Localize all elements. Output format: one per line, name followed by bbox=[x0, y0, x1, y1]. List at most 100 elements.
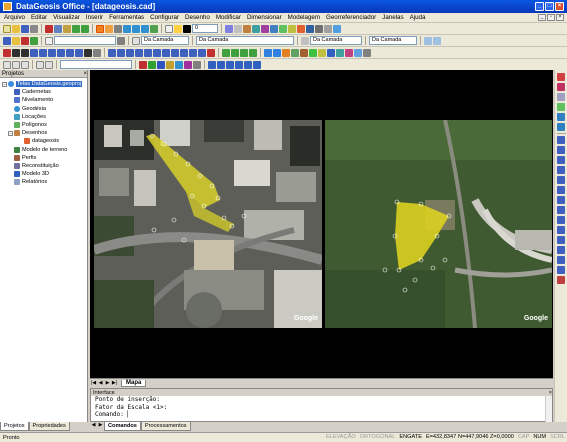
satellite-icon[interactable] bbox=[354, 48, 362, 57]
grid-tool-icon[interactable] bbox=[557, 103, 565, 111]
intersection-icon[interactable] bbox=[166, 60, 174, 69]
elevation-toggle[interactable]: ELEVAÇÃO bbox=[326, 434, 356, 440]
maximize-button[interactable]: □ bbox=[545, 2, 554, 11]
area-tool-icon[interactable] bbox=[557, 236, 565, 244]
menu-arquivo[interactable]: Arquivo bbox=[4, 14, 25, 21]
menu-ferramentas[interactable]: Ferramentas bbox=[109, 14, 144, 21]
camera-tool-icon[interactable] bbox=[557, 196, 565, 204]
linetype-select[interactable]: Da Camada bbox=[196, 36, 294, 45]
node-icon[interactable] bbox=[148, 60, 156, 69]
hatch-icon[interactable] bbox=[93, 48, 101, 57]
line-icon[interactable] bbox=[12, 48, 20, 57]
rotate-icon[interactable] bbox=[117, 48, 125, 57]
explode-icon[interactable] bbox=[198, 48, 206, 57]
mdi-restore-button[interactable]: ▫ bbox=[547, 14, 555, 21]
text-style-icon[interactable] bbox=[433, 36, 441, 45]
tree-item-relatorios[interactable]: Relatórios bbox=[0, 178, 87, 186]
layer-manager-icon[interactable] bbox=[3, 36, 11, 45]
gps-icon[interactable] bbox=[345, 48, 353, 57]
osnap-center-icon[interactable] bbox=[21, 60, 29, 69]
style-icon[interactable] bbox=[424, 36, 432, 45]
fly-tool-icon[interactable] bbox=[557, 186, 565, 194]
geo-icon[interactable] bbox=[264, 48, 272, 57]
layer-select[interactable] bbox=[54, 36, 116, 45]
tab-next-icon[interactable]: ▶ bbox=[97, 422, 104, 429]
slope-tool-icon[interactable] bbox=[557, 256, 565, 264]
tree-item-desenhos[interactable]: − Desenhos bbox=[0, 129, 87, 137]
view-tool-icon[interactable] bbox=[557, 166, 565, 174]
move-icon[interactable] bbox=[108, 48, 116, 57]
layer-prev-icon[interactable] bbox=[117, 36, 125, 45]
copy-icon[interactable] bbox=[54, 24, 62, 33]
lineweight-select[interactable]: Da Camada bbox=[310, 36, 362, 45]
zoom-out-icon[interactable] bbox=[132, 24, 140, 33]
interface-scrollbar[interactable] bbox=[545, 396, 552, 422]
layer-icon[interactable] bbox=[165, 24, 173, 33]
zoom-in-icon[interactable] bbox=[123, 24, 131, 33]
tab-comandos[interactable]: Comandos bbox=[104, 422, 141, 431]
orbit-tool-icon[interactable] bbox=[557, 156, 565, 164]
layer-tool-icon[interactable] bbox=[557, 93, 565, 101]
collapse-icon[interactable]: − bbox=[2, 81, 7, 87]
perpendicular-icon[interactable] bbox=[175, 60, 183, 69]
vertex-icon[interactable] bbox=[157, 60, 165, 69]
settings-icon[interactable] bbox=[363, 48, 371, 57]
lineweight-icon[interactable] bbox=[301, 36, 309, 45]
profile-icon[interactable] bbox=[291, 48, 299, 57]
plotstyle-select[interactable]: Da Camada bbox=[369, 36, 417, 45]
paste-icon[interactable] bbox=[63, 24, 71, 33]
undo-icon[interactable] bbox=[72, 24, 80, 33]
minimize-button[interactable]: _ bbox=[535, 2, 544, 11]
next-tab-icon[interactable]: ▶ bbox=[104, 380, 111, 387]
osnap-endpoint-icon[interactable] bbox=[3, 60, 11, 69]
import-icon[interactable] bbox=[336, 48, 344, 57]
tree-item-locacoes[interactable]: Locações bbox=[0, 113, 87, 121]
ortho-icon[interactable] bbox=[297, 24, 305, 33]
model3d-icon[interactable] bbox=[309, 48, 317, 57]
zoom-window-icon[interactable] bbox=[105, 24, 113, 33]
view-top-icon[interactable] bbox=[208, 60, 216, 69]
marker-icon[interactable] bbox=[139, 60, 147, 69]
list-icon[interactable] bbox=[324, 24, 332, 33]
mirror-icon[interactable] bbox=[135, 48, 143, 57]
map-canvas[interactable]: Google Google bbox=[90, 70, 553, 378]
volume-icon[interactable] bbox=[300, 48, 308, 57]
menu-desenho[interactable]: Desenho bbox=[185, 14, 210, 21]
snap-mode-icon[interactable] bbox=[36, 60, 44, 69]
text-icon[interactable] bbox=[84, 48, 92, 57]
dim-aligned-icon[interactable] bbox=[231, 48, 239, 57]
nearest-icon[interactable] bbox=[193, 60, 201, 69]
layer-on-icon[interactable] bbox=[30, 36, 38, 45]
grid-mode-icon[interactable] bbox=[45, 60, 53, 69]
volume-tool-icon[interactable] bbox=[557, 246, 565, 254]
fillet-icon[interactable] bbox=[171, 48, 179, 57]
menu-inserir[interactable]: Inserir bbox=[86, 14, 103, 21]
polyline-icon[interactable] bbox=[21, 48, 29, 57]
orbit-icon[interactable] bbox=[244, 60, 252, 69]
color-swatch-icon[interactable] bbox=[183, 24, 191, 33]
tangent-icon[interactable] bbox=[184, 60, 192, 69]
osnap-icon[interactable] bbox=[306, 24, 314, 33]
globe-tool-icon[interactable] bbox=[557, 113, 565, 121]
save-icon[interactable] bbox=[21, 24, 29, 33]
menu-modificar[interactable]: Modificar bbox=[216, 14, 241, 21]
contour-tool-icon[interactable] bbox=[557, 266, 565, 274]
report-icon[interactable] bbox=[318, 48, 326, 57]
offset-icon[interactable] bbox=[144, 48, 152, 57]
spline-icon[interactable] bbox=[75, 48, 83, 57]
snap-icon[interactable] bbox=[288, 24, 296, 33]
mdi-close-button[interactable]: × bbox=[556, 14, 564, 21]
new-file-icon[interactable] bbox=[3, 24, 11, 33]
menu-visualizar[interactable]: Visualizar bbox=[53, 14, 80, 21]
point-icon[interactable] bbox=[3, 48, 11, 57]
color-select[interactable]: Da Camada bbox=[141, 36, 189, 45]
tree-item-nivelamento[interactable]: Nivelamento bbox=[0, 96, 87, 104]
layer-freeze-icon[interactable] bbox=[12, 36, 20, 45]
tree-root[interactable]: − Telas DataGeosis.geoproj bbox=[0, 80, 87, 88]
polygon-icon[interactable] bbox=[66, 48, 74, 57]
erase-icon[interactable] bbox=[207, 48, 215, 57]
grid-icon[interactable] bbox=[279, 24, 287, 33]
view-side-icon[interactable] bbox=[226, 60, 234, 69]
circle-icon[interactable] bbox=[39, 48, 47, 57]
view-iso-icon[interactable] bbox=[235, 60, 243, 69]
